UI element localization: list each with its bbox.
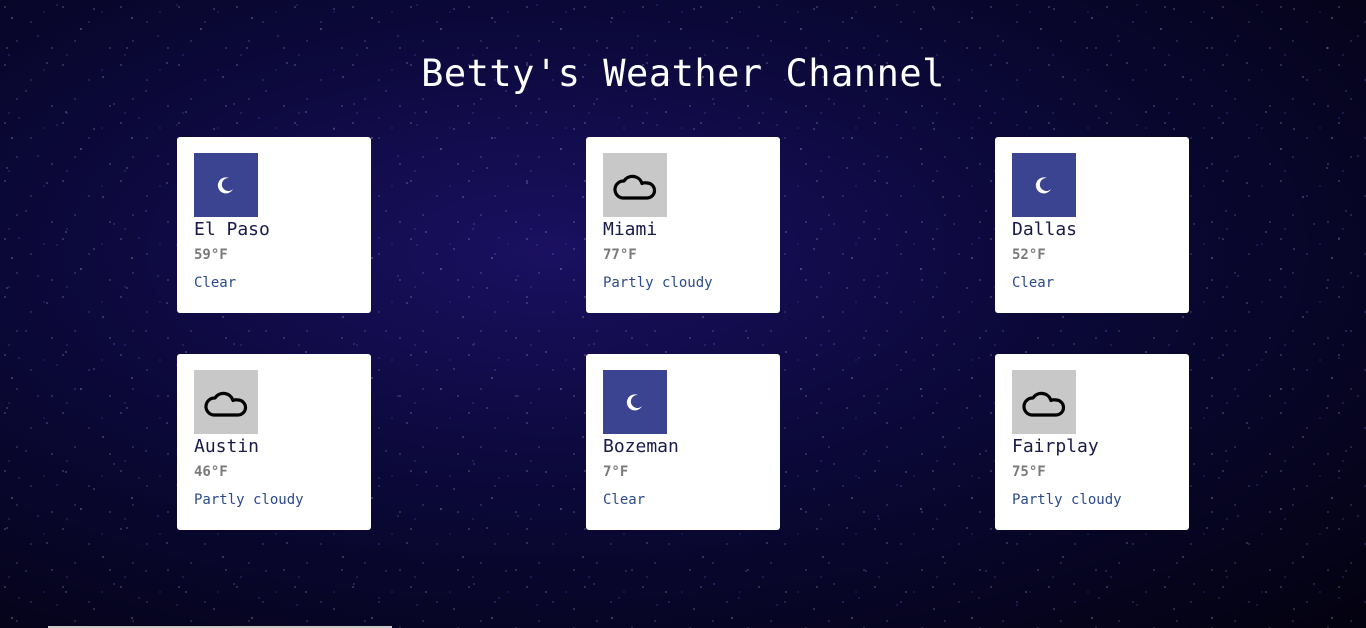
weather-condition: Clear bbox=[603, 492, 646, 508]
weather-condition: Partly cloudy bbox=[1012, 492, 1122, 508]
city-name: Bozeman bbox=[603, 436, 679, 457]
temperature: 46°F bbox=[194, 464, 228, 480]
weather-condition: Partly cloudy bbox=[603, 275, 713, 291]
moon-icon bbox=[603, 370, 667, 434]
cloud-icon bbox=[194, 370, 258, 434]
temperature: 59°F bbox=[194, 247, 228, 263]
weather-condition: Clear bbox=[194, 275, 237, 291]
weather-card-dallas[interactable]: Dallas 52°F Clear bbox=[995, 137, 1189, 313]
page-title: Betty's Weather Channel bbox=[421, 52, 945, 95]
weather-card-austin[interactable]: Austin 46°F Partly cloudy bbox=[177, 354, 371, 530]
temperature: 77°F bbox=[603, 247, 637, 263]
moon-icon bbox=[194, 153, 258, 217]
weather-condition: Partly cloudy bbox=[194, 492, 304, 508]
weather-card-el-paso[interactable]: El Paso 59°F Clear bbox=[177, 137, 371, 313]
city-name: Dallas bbox=[1012, 219, 1078, 240]
temperature: 75°F bbox=[1012, 464, 1046, 480]
city-name: El Paso bbox=[194, 219, 270, 240]
weather-card-bozeman[interactable]: Bozeman 7°F Clear bbox=[586, 354, 780, 530]
city-name: Fairplay bbox=[1012, 436, 1099, 457]
cloud-icon bbox=[1012, 370, 1076, 434]
temperature: 52°F bbox=[1012, 247, 1046, 263]
cloud-icon bbox=[603, 153, 667, 217]
city-name: Austin bbox=[194, 436, 260, 457]
weather-card-fairplay[interactable]: Fairplay 75°F Partly cloudy bbox=[995, 354, 1189, 530]
weather-condition: Clear bbox=[1012, 275, 1055, 291]
city-name: Miami bbox=[603, 219, 658, 240]
moon-icon bbox=[1012, 153, 1076, 217]
weather-card-miami[interactable]: Miami 77°F Partly cloudy bbox=[586, 137, 780, 313]
temperature: 7°F bbox=[603, 464, 629, 480]
